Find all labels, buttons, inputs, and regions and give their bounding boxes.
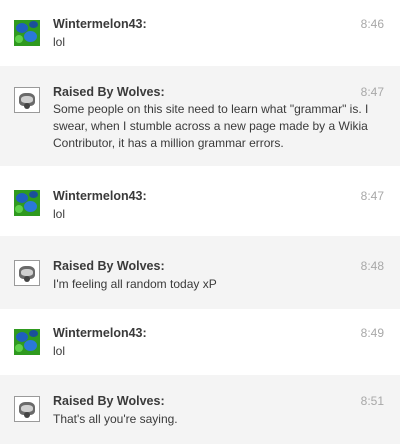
username[interactable]: Raised By Wolves: bbox=[53, 394, 165, 408]
username[interactable]: Raised By Wolves: bbox=[53, 259, 165, 273]
message-text: lol bbox=[53, 35, 66, 49]
username[interactable]: Wintermelon43: bbox=[53, 17, 147, 31]
username[interactable]: Raised By Wolves: bbox=[53, 85, 165, 99]
chat-message: Raised By Wolves: 8:51 That's all you're… bbox=[0, 375, 400, 444]
user-avatar[interactable] bbox=[14, 396, 40, 422]
username[interactable]: Wintermelon43: bbox=[53, 189, 147, 203]
timestamp: 8:51 bbox=[360, 394, 384, 408]
chat-message: Wintermelon43: 8:47 lol bbox=[0, 166, 400, 236]
user-avatar[interactable] bbox=[14, 20, 40, 46]
chat-message: Wintermelon43: 8:46 lol bbox=[0, 0, 400, 66]
message-text: That's all you're saying. bbox=[53, 412, 178, 426]
user-avatar[interactable] bbox=[14, 87, 40, 113]
user-avatar[interactable] bbox=[14, 190, 40, 216]
timestamp: 8:46 bbox=[360, 17, 384, 31]
timestamp: 8:47 bbox=[360, 189, 384, 203]
timestamp: 8:48 bbox=[360, 259, 384, 273]
message-text: I'm feeling all random today xP bbox=[53, 277, 217, 291]
user-avatar[interactable] bbox=[14, 260, 40, 286]
timestamp: 8:49 bbox=[360, 326, 384, 340]
chat-log: Wintermelon43: 8:46 lol Raised By Wolves… bbox=[0, 0, 400, 444]
timestamp: 8:47 bbox=[360, 85, 384, 99]
chat-message: Raised By Wolves: 8:47 Some people on th… bbox=[0, 66, 400, 166]
chat-message: Wintermelon43: 8:49 lol bbox=[0, 309, 400, 375]
chat-message: Raised By Wolves: 8:48 I'm feeling all r… bbox=[0, 236, 400, 309]
username[interactable]: Wintermelon43: bbox=[53, 326, 147, 340]
message-text: lol bbox=[53, 344, 66, 358]
user-avatar[interactable] bbox=[14, 329, 40, 355]
message-text: Some people on this site need to learn w… bbox=[53, 102, 369, 150]
message-text: lol bbox=[53, 207, 66, 221]
